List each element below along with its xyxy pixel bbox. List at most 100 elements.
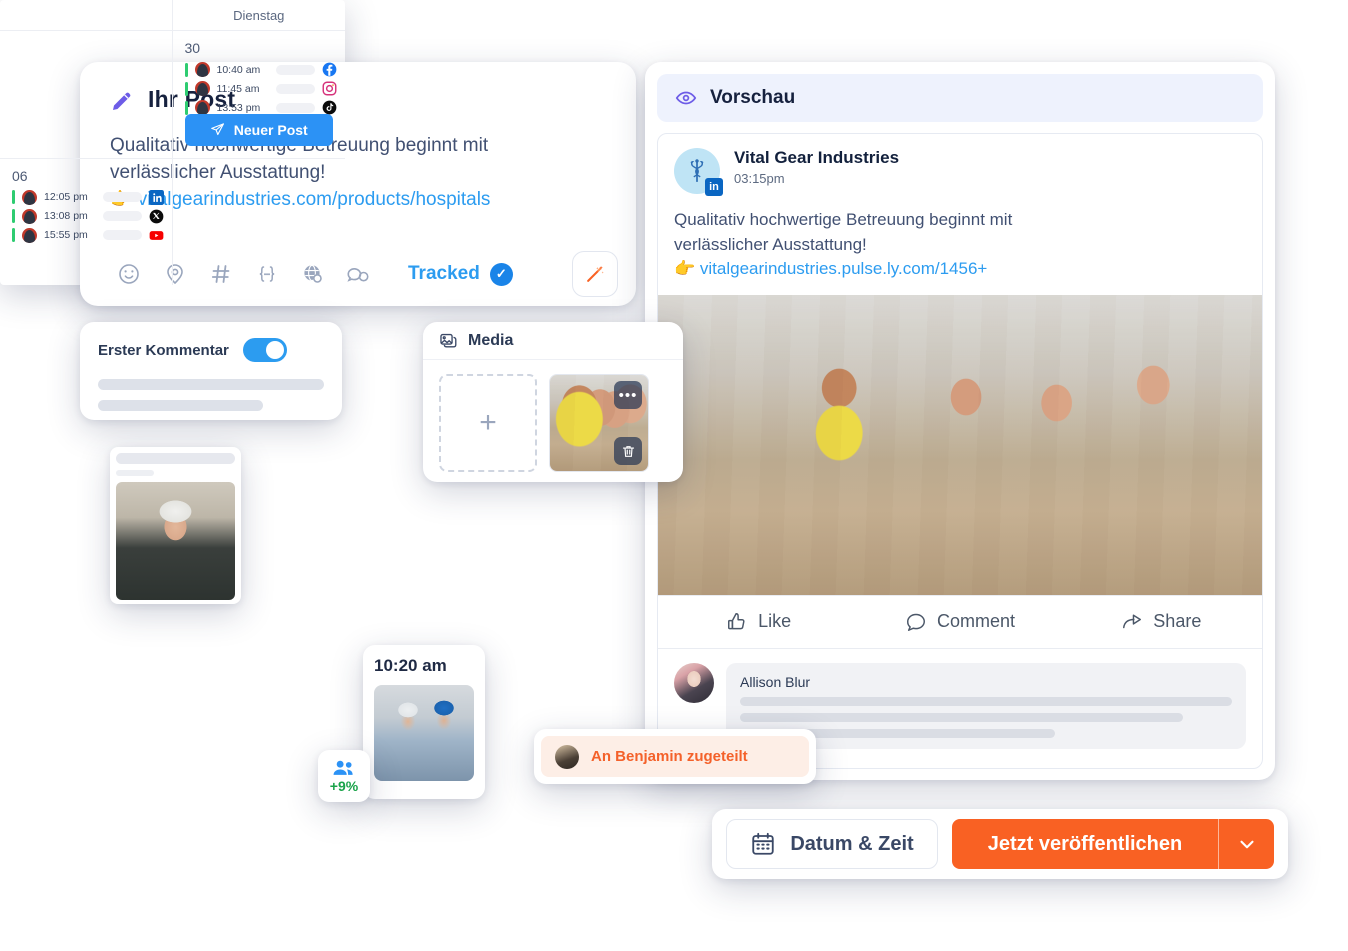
preview-post-time: 03:15pm xyxy=(734,171,785,186)
calendar-icon xyxy=(750,831,776,857)
trash-icon[interactable] xyxy=(614,437,642,465)
skeleton-line xyxy=(740,712,1183,722)
avatar xyxy=(194,81,210,96)
media-add-dropzone[interactable]: + xyxy=(439,374,537,472)
share-arrow-icon xyxy=(1121,611,1143,633)
instagram-icon xyxy=(322,81,337,96)
event-status-bar xyxy=(184,62,188,77)
event-status-bar xyxy=(12,190,15,204)
scheduled-post-time: 10:20 am xyxy=(374,656,447,675)
calendar-cell-empty-bottom xyxy=(173,159,346,286)
comment-bubble-icon xyxy=(905,611,927,633)
thumbs-up-icon xyxy=(726,611,748,633)
calendar-widget: Dienstag 30 10:40 am 11:45 am 13:53 pm N… xyxy=(0,0,345,285)
event-status-bar xyxy=(184,81,188,96)
skeleton-line xyxy=(98,379,324,390)
preview-text-line1: Qualitativ hochwertige Betreuung beginnt… xyxy=(674,210,1013,229)
scheduled-post-image xyxy=(374,685,474,781)
tracked-toggle[interactable]: Tracked ✓ xyxy=(408,262,513,286)
magic-wand-icon xyxy=(584,263,606,285)
calendar-grid: Dienstag 30 10:40 am 11:45 am 13:53 pm N… xyxy=(0,0,345,285)
publish-options-button[interactable] xyxy=(1218,819,1274,869)
media-title: Media xyxy=(468,331,514,349)
event-time: 13:08 pm xyxy=(44,210,88,222)
action-bar: Datum & Zeit Jetzt veröffentlichen xyxy=(712,809,1288,879)
avatar xyxy=(22,189,37,205)
assignment-toast: An Benjamin zugeteilt xyxy=(534,729,816,784)
calendar-cell-empty-top xyxy=(0,0,173,159)
preview-post-image xyxy=(658,294,1262,595)
photo-preview-card[interactable] xyxy=(110,447,241,604)
preview-header: Vorschau xyxy=(657,74,1263,122)
new-post-label: Neuer Post xyxy=(233,121,308,138)
media-body: + ••• xyxy=(423,360,683,486)
avatar xyxy=(22,208,37,224)
event-title-placeholder xyxy=(275,102,315,113)
comment-label: Comment xyxy=(936,611,1015,632)
event-time: 12:05 pm xyxy=(44,191,88,203)
preview-post: in Vital Gear Industries 03:15pm Qualita… xyxy=(657,133,1263,769)
new-post-button[interactable]: Neuer Post xyxy=(184,113,333,146)
preview-post-author: Vital Gear Industries xyxy=(734,148,900,167)
magic-wand-button[interactable] xyxy=(572,251,618,297)
avatar xyxy=(674,662,714,703)
media-card: Media + ••• xyxy=(423,322,683,482)
publish-now-label: Jetzt veröffentlichen xyxy=(987,832,1183,855)
like-label: Like xyxy=(758,611,792,632)
first-comment-row: Erster Kommentar xyxy=(80,322,342,362)
preview-post-link[interactable]: vitalgearindustries.pulse.ly.com/1456+ xyxy=(700,259,987,278)
screenshot-stage: Ihr Post Qualitativ hochwertige Betreuun… xyxy=(0,0,1348,951)
preview-panel: Vorschau in Vital Gear Industries 03:15p… xyxy=(645,62,1275,780)
preview-comment-author: Allison Blur xyxy=(740,673,811,690)
image-stack-icon xyxy=(439,331,458,350)
first-comment-toggle[interactable] xyxy=(242,338,287,362)
calendar-event[interactable]: 13:08 pm xyxy=(0,207,172,226)
event-status-bar xyxy=(184,100,188,115)
assignment-toast-text: An Benjamin zugeteilt xyxy=(591,748,748,765)
more-dots-icon[interactable]: ••• xyxy=(614,381,642,409)
pointing-hand-emoji: 👉 xyxy=(674,259,696,279)
chevron-down-icon xyxy=(1236,833,1258,855)
facebook-icon xyxy=(322,62,337,77)
calendar-day-number: 06 xyxy=(12,167,28,184)
scheduled-post-card[interactable]: 10:20 am xyxy=(363,645,485,799)
calendar-event[interactable]: 10:40 am xyxy=(173,60,346,79)
date-time-label: Datum & Zeit xyxy=(790,832,914,855)
assignment-toast-inner: An Benjamin zugeteilt xyxy=(541,736,809,777)
calendar-event[interactable]: 15:55 pm xyxy=(0,226,172,245)
x-twitter-icon xyxy=(149,209,164,224)
like-button[interactable]: Like xyxy=(658,611,859,633)
avatar xyxy=(555,744,579,769)
calendar-cell-dienstag: Dienstag 30 10:40 am 11:45 am 13:53 pm N… xyxy=(172,0,346,159)
linkedin-icon: in xyxy=(705,178,723,196)
preview-post-text: Qualitativ hochwertige Betreuung beginnt… xyxy=(658,194,1262,295)
comment-button[interactable]: Comment xyxy=(859,611,1060,633)
check-icon: ✓ xyxy=(489,262,513,286)
calendar-event[interactable]: 12:05 pm xyxy=(0,188,172,207)
preview-text-line2: verlässlicher Ausstattung! xyxy=(674,234,867,254)
first-comment-card: Erster Kommentar xyxy=(80,322,342,420)
skeleton-line xyxy=(740,696,1232,706)
media-thumbnail[interactable]: ••• xyxy=(549,374,649,472)
event-time: 15:55 pm xyxy=(44,229,88,241)
event-time: 13:53 pm xyxy=(216,101,261,114)
calendar-cell-06: 06 12:05 pm 13:08 pm 15:55 pm xyxy=(0,158,173,285)
calendar-event[interactable]: 11:45 am xyxy=(173,79,346,98)
media-add-label: + xyxy=(479,406,497,439)
event-title-placeholder xyxy=(275,83,315,94)
date-time-button[interactable]: Datum & Zeit xyxy=(726,819,938,869)
share-label: Share xyxy=(1153,611,1202,632)
event-time: 11:45 am xyxy=(216,82,260,95)
tiktok-icon xyxy=(322,100,337,115)
avatar xyxy=(22,227,37,243)
avatar xyxy=(194,100,210,115)
publish-now-button[interactable]: Jetzt veröffentlichen xyxy=(952,819,1218,869)
event-time: 10:40 am xyxy=(216,63,261,76)
skeleton-line xyxy=(98,400,263,411)
calendar-day-header-blank xyxy=(0,0,172,31)
event-status-bar xyxy=(12,209,15,223)
share-button[interactable]: Share xyxy=(1061,611,1262,633)
send-plane-icon xyxy=(210,122,225,137)
media-header: Media xyxy=(423,322,683,360)
photo-thumbnail xyxy=(116,482,235,600)
